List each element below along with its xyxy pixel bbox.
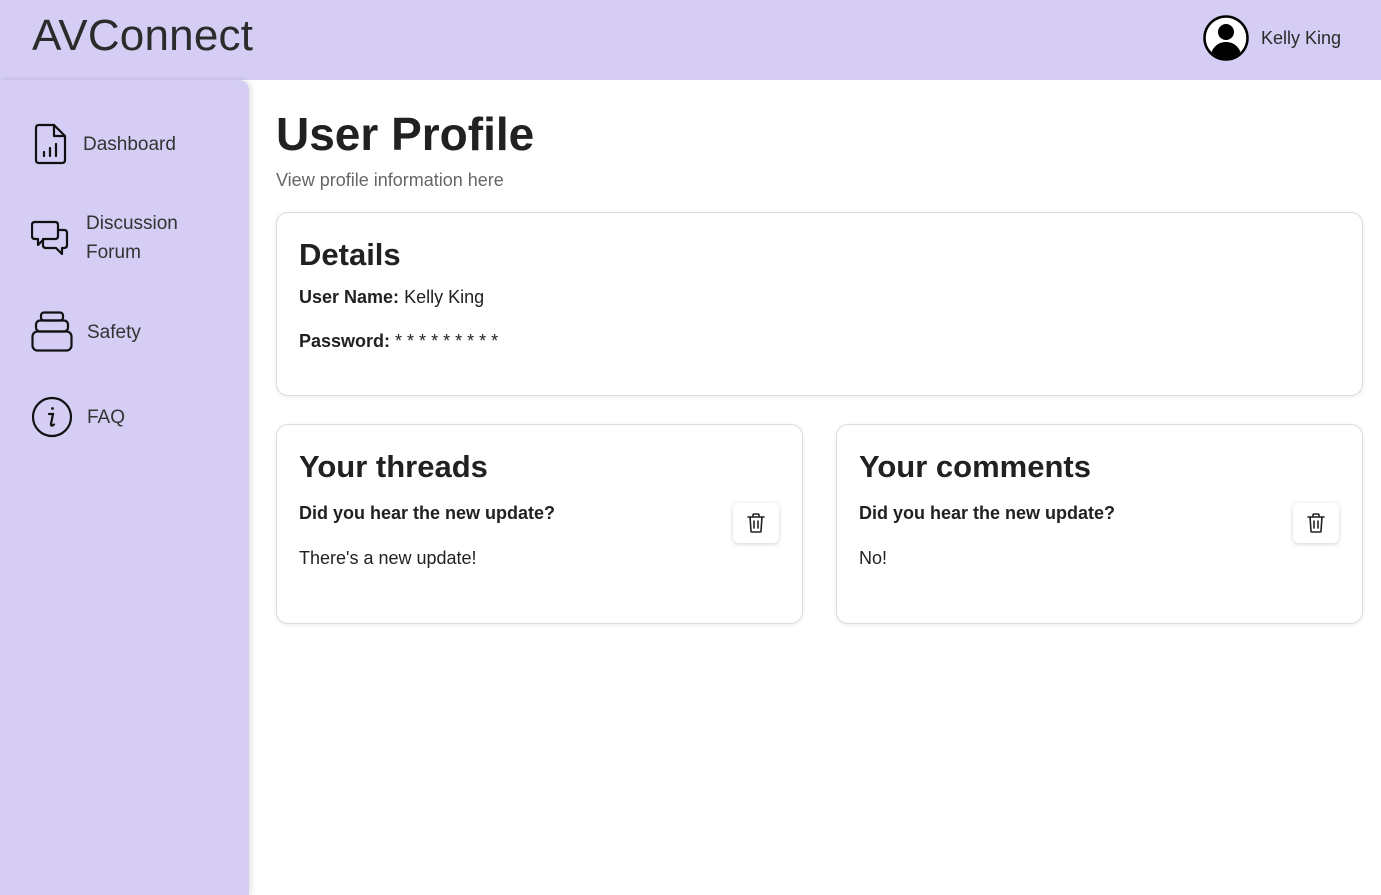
threads-card: Your threads Did you hear the new update… bbox=[276, 424, 803, 624]
user-name-value: Kelly King bbox=[404, 287, 485, 307]
info-circle-icon bbox=[30, 396, 74, 438]
sidebar-item-label: Safety bbox=[87, 321, 141, 343]
chat-bubbles-icon bbox=[30, 217, 70, 259]
user-menu[interactable]: Kelly King bbox=[1203, 15, 1341, 61]
user-name-row: User Name: Kelly King bbox=[299, 287, 484, 308]
sidebar-item-label: Dashboard bbox=[83, 133, 176, 155]
sidebar-item-label: Discussion Forum bbox=[86, 213, 178, 263]
document-chart-icon bbox=[30, 123, 70, 165]
comment-thread-title[interactable]: Did you hear the new update? bbox=[859, 503, 1115, 524]
delete-thread-button[interactable] bbox=[733, 503, 779, 543]
thread-body: There's a new update! bbox=[299, 548, 477, 568]
card-title: Details bbox=[299, 237, 401, 272]
trash-icon bbox=[1307, 513, 1325, 533]
field-label: Password: bbox=[299, 331, 391, 351]
comments-card: Your comments Did you hear the new updat… bbox=[836, 424, 1363, 624]
card-title: Your threads bbox=[299, 449, 488, 484]
sidebar-item-label: FAQ bbox=[87, 406, 126, 428]
page-title: User Profile bbox=[276, 108, 535, 160]
password-value: * * * * * * * * * bbox=[395, 331, 499, 351]
details-card: Details User Name: Kelly King Password: … bbox=[276, 212, 1363, 396]
field-label: User Name: bbox=[299, 287, 400, 307]
comment-body: No! bbox=[859, 548, 888, 568]
page-subtitle: View profile information here bbox=[276, 170, 504, 190]
card-title: Your comments bbox=[859, 449, 1091, 484]
top-bar: AVConnect Kelly King bbox=[0, 0, 1381, 80]
trash-icon bbox=[747, 513, 765, 533]
user-circle-icon bbox=[1203, 15, 1249, 61]
sidebar-item-faq[interactable]: FAQ bbox=[30, 396, 125, 438]
sidebar-item-safety[interactable]: Safety bbox=[30, 311, 141, 353]
sidebar: Dashboard Discussion Forum Safety FAQ bbox=[0, 80, 249, 895]
thread-title[interactable]: Did you hear the new update? bbox=[299, 503, 555, 524]
password-row: Password: * * * * * * * * * bbox=[299, 331, 498, 352]
stack-box-icon bbox=[30, 311, 74, 353]
user-name: Kelly King bbox=[1260, 27, 1341, 48]
delete-comment-button[interactable] bbox=[1293, 503, 1339, 543]
sidebar-item-discussion-forum[interactable]: Discussion Forum bbox=[30, 209, 196, 267]
sidebar-item-dashboard[interactable]: Dashboard bbox=[30, 123, 176, 165]
brand-logo[interactable]: AVConnect bbox=[32, 10, 253, 62]
